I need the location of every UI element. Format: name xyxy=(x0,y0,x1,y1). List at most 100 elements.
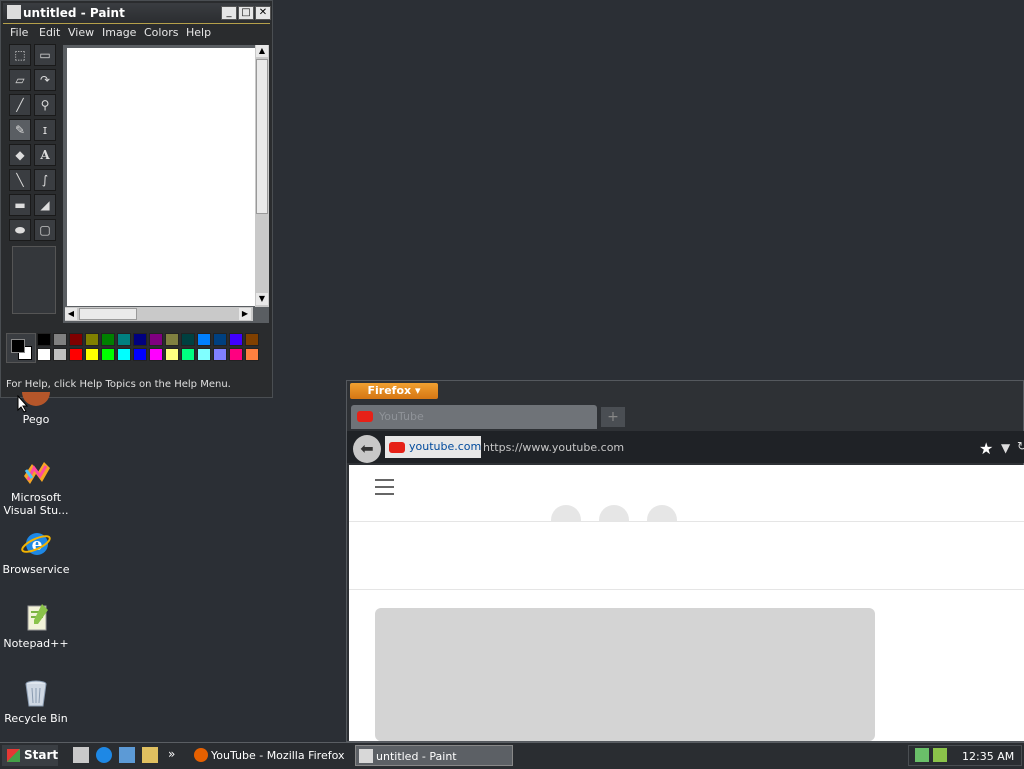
internet-explorer-icon[interactable] xyxy=(96,747,112,763)
menu-file[interactable]: File xyxy=(10,26,28,39)
color-swatch[interactable] xyxy=(165,333,179,346)
airbrush-icon[interactable]: ◆ xyxy=(9,144,31,166)
foreground-color xyxy=(11,339,25,353)
color-swatch[interactable] xyxy=(213,333,227,346)
vertical-scrollbar[interactable]: ▲ ▼ xyxy=(255,45,269,307)
site-identity-button[interactable]: youtube.com xyxy=(385,436,481,458)
color-swatch[interactable] xyxy=(117,333,131,346)
color-swatch[interactable] xyxy=(53,333,67,346)
close-button[interactable]: ✕ xyxy=(255,6,271,20)
color-swatch[interactable] xyxy=(133,348,147,361)
firefox-menu-button[interactable]: Firefox ▾ xyxy=(350,383,438,399)
eraser-icon[interactable]: ▱ xyxy=(9,69,31,91)
tool-options[interactable] xyxy=(12,246,56,314)
more-chevron-icon[interactable]: » xyxy=(168,747,175,761)
menu-help[interactable]: Help xyxy=(186,26,211,39)
desktop-icon-notepadpp[interactable]: Notepad++ xyxy=(1,602,71,650)
horizontal-scroll-thumb[interactable] xyxy=(79,308,137,320)
color-swatch[interactable] xyxy=(53,348,67,361)
color-swatch[interactable] xyxy=(149,348,163,361)
color-swatch[interactable] xyxy=(85,348,99,361)
rectangle-icon[interactable]: ▬ xyxy=(9,194,31,216)
hamburger-menu-icon[interactable] xyxy=(375,479,394,500)
firefox-window[interactable]: Firefox ▾ YouTube + ⬅ youtube.com https:… xyxy=(346,380,1024,742)
divider xyxy=(349,521,1024,522)
color-swatch[interactable] xyxy=(165,348,179,361)
bookmark-star-icon[interactable]: ★ xyxy=(979,439,993,458)
clock[interactable]: 12:35 AM xyxy=(962,750,1014,763)
mouse-cursor-icon xyxy=(17,394,29,417)
url-dropdown-icon[interactable]: ▼ xyxy=(1001,441,1010,455)
pencil-icon[interactable]: ✎ xyxy=(9,119,31,141)
desktop-icon-visual-studio[interactable]: Microsoft Visual Stu... xyxy=(1,456,71,517)
color-swatch[interactable] xyxy=(229,348,243,361)
taskbar-item-firefox[interactable]: YouTube - Mozilla Firefox xyxy=(191,745,349,766)
quick-launch-icon[interactable] xyxy=(119,747,135,763)
maximize-button[interactable]: □ xyxy=(238,6,254,20)
polygon-icon[interactable]: ◢ xyxy=(34,194,56,216)
paint-window[interactable]: untitled - Paint _ □ ✕ File Edit View Im… xyxy=(0,0,273,398)
desktop-icon-pego[interactable]: Pego xyxy=(1,392,71,426)
color-swatch[interactable] xyxy=(181,348,195,361)
color-swatch[interactable] xyxy=(101,348,115,361)
tab-youtube[interactable]: YouTube xyxy=(351,405,597,429)
brush-icon[interactable]: ɪ xyxy=(34,119,56,141)
color-swatch[interactable] xyxy=(245,348,259,361)
current-colors[interactable] xyxy=(6,333,36,363)
color-swatch[interactable] xyxy=(69,333,83,346)
menu-image[interactable]: Image xyxy=(102,26,136,39)
text-icon[interactable]: A xyxy=(34,144,56,166)
color-swatch[interactable] xyxy=(197,333,211,346)
color-swatch[interactable] xyxy=(245,333,259,346)
free-select-icon[interactable]: ⬚ xyxy=(9,44,31,66)
horizontal-scrollbar[interactable]: ◀ ▶ xyxy=(65,307,253,321)
menu-edit[interactable]: Edit xyxy=(39,26,60,39)
color-swatch[interactable] xyxy=(69,348,83,361)
notepadpp-icon xyxy=(20,602,52,634)
minimize-button[interactable]: _ xyxy=(221,6,237,20)
tray-app-icon[interactable] xyxy=(933,748,947,762)
color-swatch[interactable] xyxy=(85,333,99,346)
reload-icon[interactable]: ↻ xyxy=(1017,439,1024,453)
back-button[interactable]: ⬅ xyxy=(353,435,381,463)
url-bar[interactable]: https://www.youtube.com xyxy=(483,441,624,454)
menu-colors[interactable]: Colors xyxy=(144,26,178,39)
new-tab-button[interactable]: + xyxy=(601,407,625,427)
vertical-scroll-thumb[interactable] xyxy=(256,59,268,214)
color-swatch[interactable] xyxy=(37,333,51,346)
desktop-icon-label: Recycle Bin xyxy=(4,712,68,725)
color-swatch[interactable] xyxy=(197,348,211,361)
menu-view[interactable]: View xyxy=(68,26,94,39)
drawing-canvas[interactable] xyxy=(67,48,255,306)
desktop-icon-recycle-bin[interactable]: Recycle Bin xyxy=(1,677,71,725)
web-content[interactable] xyxy=(349,465,1024,741)
line-icon[interactable]: ╲ xyxy=(9,169,31,191)
scroll-up-arrow-icon[interactable]: ▲ xyxy=(256,45,268,57)
color-picker-icon[interactable]: ╱ xyxy=(9,94,31,116)
network-icon[interactable] xyxy=(915,748,929,762)
curve-icon[interactable]: ∫ xyxy=(34,169,56,191)
magnifier-icon[interactable]: ⚲ xyxy=(34,94,56,116)
show-desktop-icon[interactable] xyxy=(73,747,89,763)
scroll-left-arrow-icon[interactable]: ◀ xyxy=(65,308,77,320)
color-swatch[interactable] xyxy=(117,348,131,361)
color-palette xyxy=(5,331,269,365)
color-swatch[interactable] xyxy=(101,333,115,346)
scroll-down-arrow-icon[interactable]: ▼ xyxy=(256,293,268,305)
ellipse-icon[interactable]: ⬬ xyxy=(9,219,31,241)
rounded-rect-icon[interactable]: ▢ xyxy=(34,219,56,241)
color-swatch[interactable] xyxy=(181,333,195,346)
desktop-icon-browservice[interactable]: e Browservice xyxy=(1,528,71,576)
color-swatch[interactable] xyxy=(133,333,147,346)
color-swatch[interactable] xyxy=(213,348,227,361)
explorer-icon[interactable] xyxy=(142,747,158,763)
scroll-right-arrow-icon[interactable]: ▶ xyxy=(239,308,251,320)
start-button[interactable]: Start xyxy=(2,745,58,766)
paint-titlebar[interactable]: untitled - Paint _ □ ✕ xyxy=(3,3,271,24)
color-swatch[interactable] xyxy=(149,333,163,346)
color-swatch[interactable] xyxy=(37,348,51,361)
fill-icon[interactable]: ↷ xyxy=(34,69,56,91)
taskbar-item-paint[interactable]: untitled - Paint xyxy=(355,745,513,766)
rect-select-icon[interactable]: ▭ xyxy=(34,44,56,66)
color-swatch[interactable] xyxy=(229,333,243,346)
